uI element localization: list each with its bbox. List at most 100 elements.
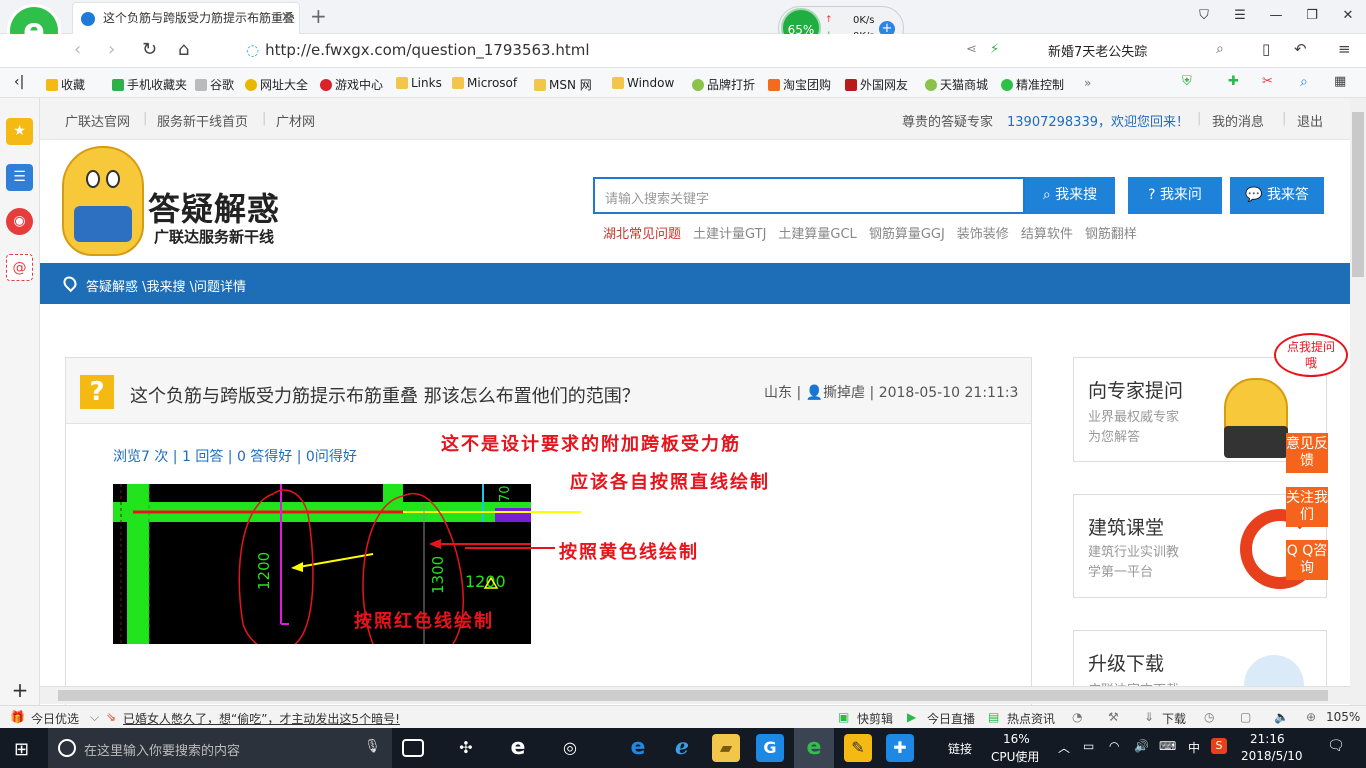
ask-button[interactable]: ? 我来问 [1128, 177, 1222, 214]
bookmark-item[interactable]: 天猫商城 [925, 76, 988, 93]
qq-consult-button[interactable]: Q Q咨询 [1286, 540, 1328, 580]
clock-date[interactable]: 2018/5/10 [1241, 749, 1303, 763]
breadcrumb[interactable]: 答疑解惑 \我来搜 \问题详情 [86, 280, 246, 295]
zoom-icon[interactable]: ⊕ [1306, 710, 1316, 724]
apps-icon[interactable]: ▦ [1334, 74, 1346, 89]
hot-search-input[interactable]: 新婚7天老公失踪 [1048, 41, 1147, 60]
edge-icon[interactable]: e [624, 734, 652, 762]
search-input[interactable]: 请输入搜索关键字 [593, 177, 1025, 214]
windows-start-icon[interactable]: ⊞ [14, 739, 29, 760]
swirl-app-icon[interactable]: ◎ [556, 734, 584, 762]
bookmark-item[interactable]: 谷歌 [195, 76, 234, 93]
task-view-icon[interactable] [402, 739, 424, 757]
weibo-icon[interactable]: ◉ [6, 208, 33, 235]
battery-icon[interactable]: ▭ [1083, 739, 1094, 753]
home-icon[interactable]: ⌂ [178, 39, 189, 60]
volume-icon[interactable]: 🔊 [1134, 739, 1149, 753]
upgrade-download-card[interactable]: 升级下载 广联达官方下载 [1073, 630, 1327, 690]
scrollbar-thumb[interactable] [1352, 112, 1364, 277]
forward-icon[interactable]: › [108, 39, 115, 60]
bookmark-item[interactable]: 网址大全 [245, 76, 308, 93]
answer-button[interactable]: 💬 我来答 [1230, 177, 1324, 214]
share-icon[interactable]: ⋖ [966, 42, 977, 57]
new-tab-icon[interactable]: + [310, 4, 327, 28]
browser-taskbar-icon[interactable]: e [794, 728, 834, 768]
browser-tab[interactable]: 这个负筋与跨版受力筋提示布筋重叠 ✕ [72, 2, 300, 34]
status-item[interactable]: 快剪辑 [857, 710, 893, 727]
clock-time[interactable]: 21:16 [1250, 732, 1285, 746]
question-user[interactable]: 撕掉虐 [823, 385, 865, 401]
search-button[interactable]: ⌕ 我来搜 [1025, 177, 1115, 214]
magnifier-icon[interactable]: ⌕ [1300, 74, 1308, 90]
ask-bubble[interactable]: 点我提问哦 [1274, 333, 1348, 377]
microphone-icon[interactable]: 🎙 [364, 739, 381, 754]
more-bookmarks-icon[interactable]: » [1084, 76, 1091, 90]
today-picks[interactable]: 今日优选 [31, 710, 79, 727]
link-label[interactable]: 链接 [948, 740, 972, 757]
bookmark-item[interactable]: 收藏 [46, 76, 85, 93]
bookmark-item[interactable]: Microsof [452, 76, 517, 90]
bookmark-item[interactable]: Links [396, 76, 442, 90]
search-icon[interactable]: ⌕ [1216, 41, 1224, 57]
taskbar-search[interactable]: 在这里输入你要搜索的内容 🎙 [48, 728, 392, 768]
status-item[interactable]: 下载 [1162, 710, 1186, 727]
mobile-icon[interactable]: ▯ [1262, 40, 1270, 58]
sidebar-toggle-icon[interactable]: ‹| [14, 74, 24, 90]
bookmark-item[interactable]: 精准控制 [1001, 76, 1064, 93]
glodon-icon[interactable]: G [756, 734, 784, 762]
hot-link[interactable]: 钢筋算量GGJ [869, 227, 945, 242]
plus-app-icon[interactable]: ✚ [886, 734, 914, 762]
shield-icon[interactable]: ⛨ [1182, 74, 1192, 89]
keyboard-icon[interactable]: ⌨ [1159, 739, 1176, 753]
logout-link[interactable]: 退出 [1297, 111, 1323, 130]
hot-link[interactable]: 装饰装修 [957, 227, 1009, 242]
horizontal-scrollbar[interactable] [40, 686, 1350, 704]
nav-link-service-home[interactable]: 服务新干线首页 [157, 111, 248, 130]
menu-more-icon[interactable]: ≡ [1338, 40, 1351, 58]
fan-app-icon[interactable]: ✣ [452, 734, 480, 762]
follow-us-button[interactable]: 关注我们 [1286, 487, 1328, 527]
notification-icon[interactable]: 🗨 [1327, 738, 1345, 754]
cleanup-icon[interactable]: ⚒ [1108, 710, 1119, 724]
restore-icon[interactable]: ❐ [1294, 0, 1330, 32]
menu-icon[interactable]: ☰ [1222, 0, 1258, 32]
undo-icon[interactable]: ↶ [1294, 40, 1307, 58]
chevron-down-icon[interactable]: ⌵ [90, 710, 99, 725]
history-icon[interactable]: ◷ [1204, 710, 1214, 724]
scrollbar-thumb[interactable] [58, 690, 1328, 701]
close-tab-icon[interactable]: ✕ [280, 8, 293, 26]
hot-link[interactable]: 结算软件 [1021, 227, 1073, 242]
feedback-button[interactable]: 意见反馈 [1286, 433, 1328, 473]
hot-link[interactable]: 土建计量GTJ [693, 227, 766, 242]
bookmark-item[interactable]: 手机收藏夹 [112, 76, 187, 93]
status-item[interactable]: 今日直播 [927, 710, 975, 727]
reader-icon[interactable]: ☰ [6, 164, 33, 191]
back-icon[interactable]: ‹ [74, 39, 81, 60]
ime-indicator[interactable]: 中 [1188, 739, 1200, 756]
hot-link[interactable]: 钢筋翻样 [1085, 227, 1137, 242]
bolt-icon[interactable]: ⚡ [990, 42, 999, 57]
favorites-icon[interactable]: ★ [6, 118, 33, 145]
welcome-text[interactable]: 13907298339，欢迎您回来！ [1007, 111, 1189, 130]
hot-link[interactable]: 湖北常见问题 [603, 227, 681, 242]
bookmark-item[interactable]: Window [612, 76, 674, 90]
close-window-icon[interactable]: ✕ [1330, 0, 1366, 32]
wifi-icon[interactable]: ◠ [1109, 739, 1119, 753]
sogou-icon[interactable]: S [1211, 738, 1227, 754]
site-logo[interactable]: 答疑解惑 广联达服务新干线 [62, 146, 312, 256]
bookmark-item[interactable]: 外国网友 [845, 76, 908, 93]
tray-expand-icon[interactable]: ︿ [1058, 739, 1070, 756]
refresh-icon[interactable]: ↻ [142, 39, 157, 60]
translate-icon[interactable]: ✚ [1228, 74, 1239, 89]
window-icon[interactable]: ▢ [1240, 710, 1251, 724]
hot-link[interactable]: 土建算量GCL [778, 227, 856, 242]
internet-explorer-icon[interactable]: ℯ [668, 734, 696, 762]
notes-icon[interactable]: ✎ [844, 734, 872, 762]
bookmark-item[interactable]: 淘宝团购 [768, 76, 831, 93]
bookmark-item[interactable]: 品牌打折 [692, 76, 755, 93]
bookmark-item[interactable]: 游戏中心 [320, 76, 383, 93]
speed-icon[interactable]: ◔ [1072, 710, 1082, 724]
my-messages-link[interactable]: 我的消息 [1212, 111, 1264, 130]
sound-icon[interactable]: 🔈 [1274, 710, 1289, 724]
minimize-icon[interactable]: — [1258, 0, 1294, 32]
